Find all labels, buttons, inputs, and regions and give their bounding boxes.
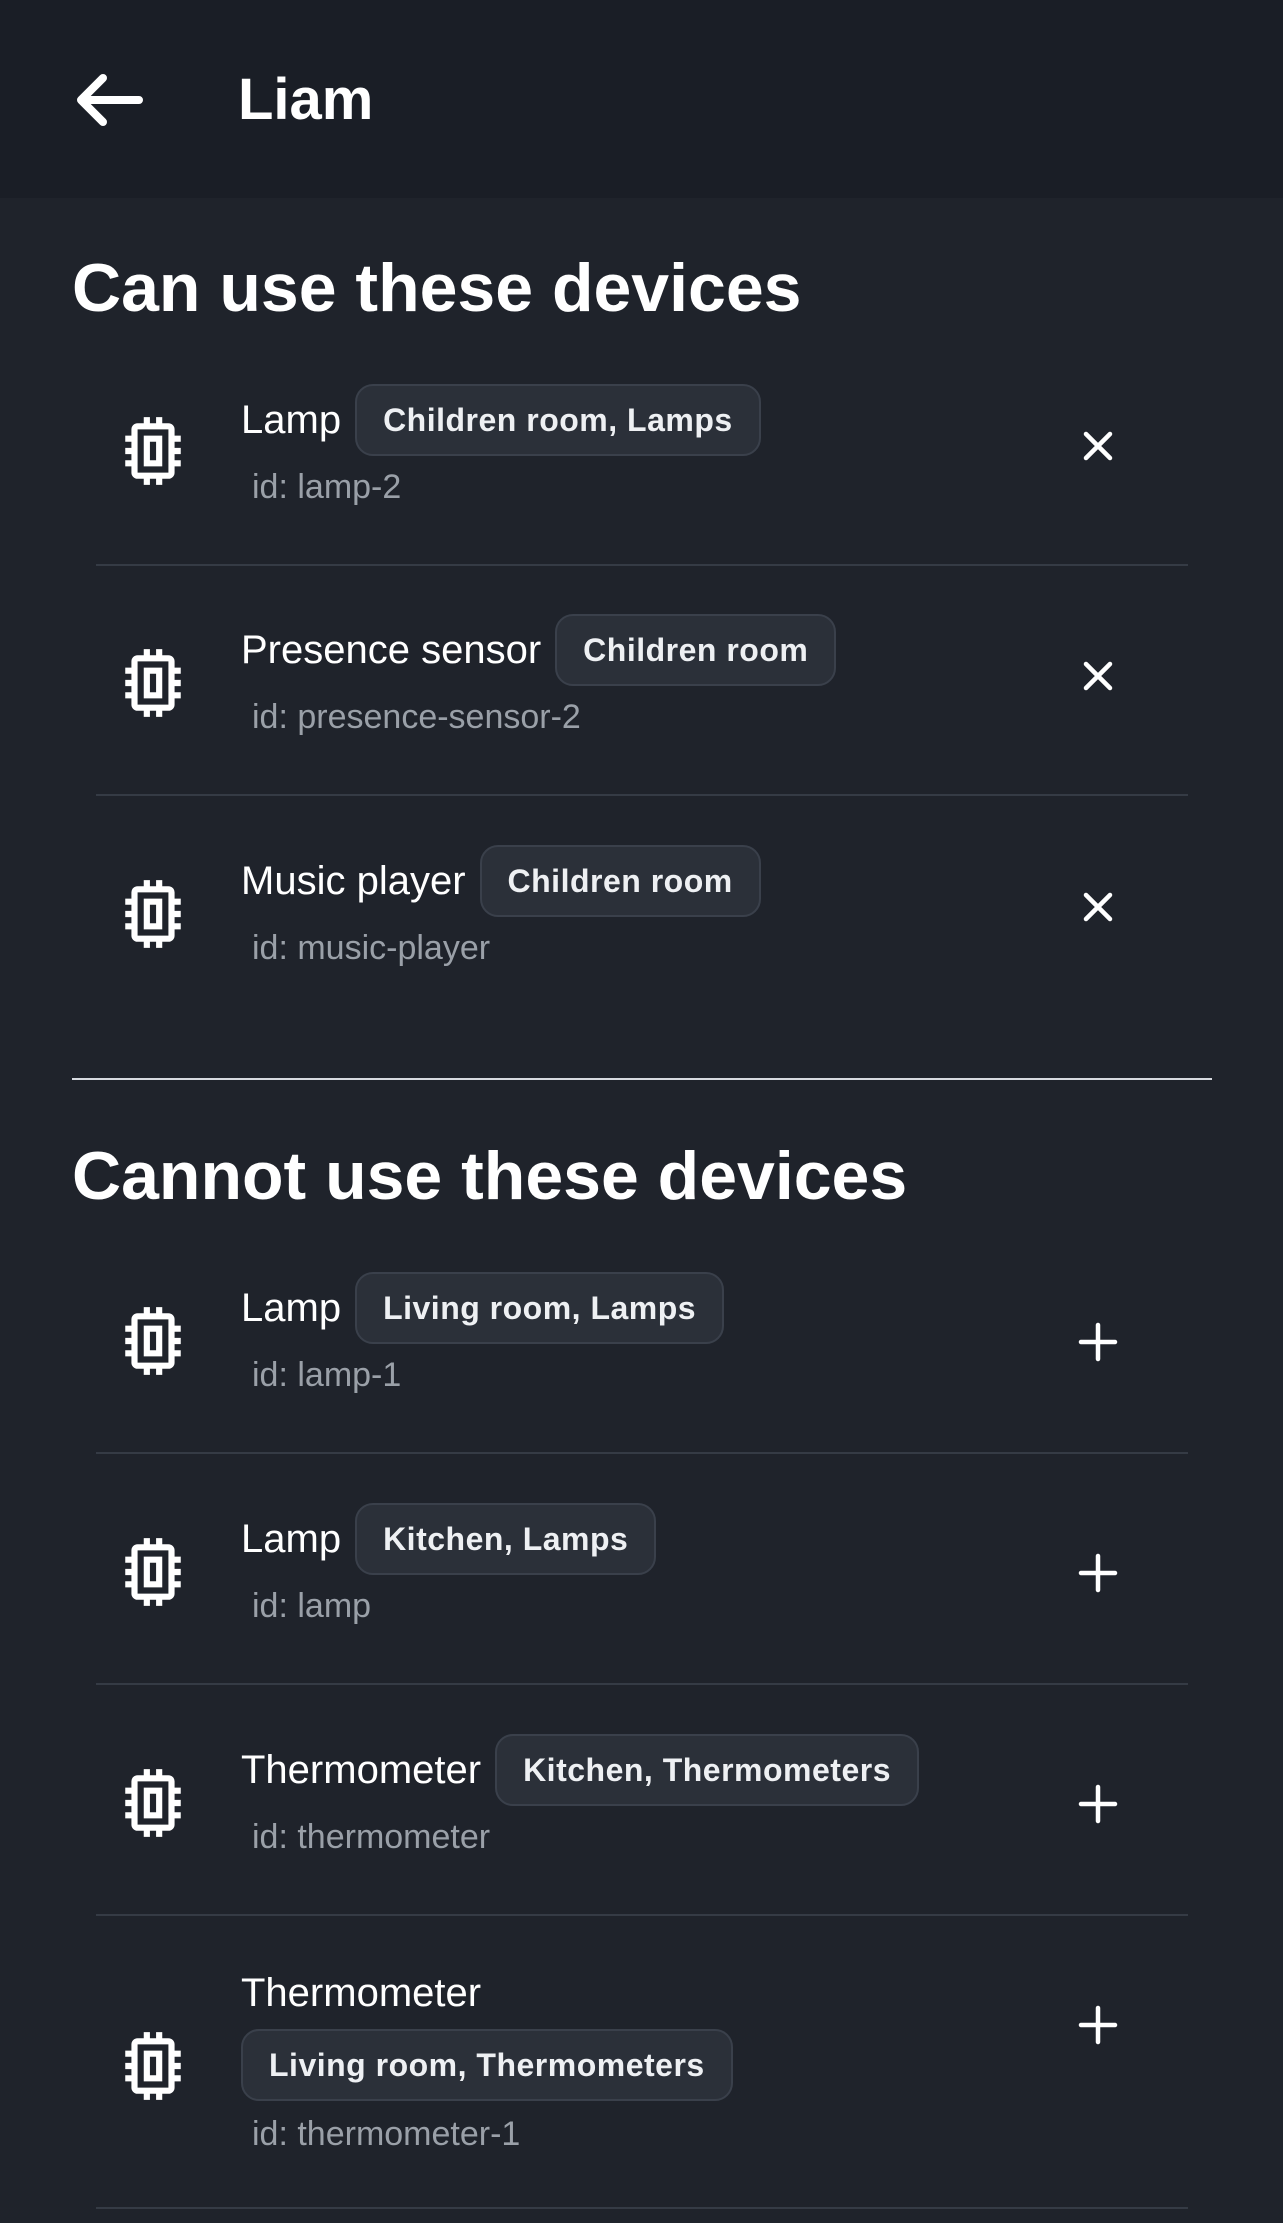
device-name: Presence sensor bbox=[241, 628, 542, 672]
close-icon bbox=[1083, 431, 1113, 461]
remove-device-button[interactable] bbox=[1046, 624, 1150, 728]
device-name: Thermometer bbox=[241, 1748, 482, 1792]
add-device-button[interactable] bbox=[1046, 1290, 1150, 1394]
plus-icon bbox=[1078, 1322, 1118, 1362]
device-name: Lamp bbox=[241, 398, 342, 442]
section-divider bbox=[72, 1078, 1212, 1080]
blocked-device-row: Lamp Living room, Lamps id: lamp-1 bbox=[96, 1224, 1188, 1454]
add-device-button[interactable] bbox=[1046, 1973, 1150, 2077]
add-device-button[interactable] bbox=[1046, 1752, 1150, 1856]
device-name: Lamp bbox=[241, 1286, 342, 1330]
back-button[interactable] bbox=[68, 60, 148, 140]
can-use-section-title: Can use these devices bbox=[72, 250, 802, 326]
blocked-device-row: Thermometer Living room, Thermometers id… bbox=[96, 1917, 1188, 2209]
device-tag: Children room, Lamps bbox=[355, 384, 761, 456]
row-divider bbox=[96, 1683, 1188, 1685]
row-divider bbox=[96, 2207, 1188, 2209]
device-tag: Kitchen, Thermometers bbox=[495, 1734, 919, 1806]
device-tag: Children room bbox=[479, 845, 761, 917]
device-tag: Living room, Thermometers bbox=[241, 2029, 733, 2101]
cannot-use-section-title: Cannot use these devices bbox=[72, 1138, 908, 1214]
add-device-button[interactable] bbox=[1046, 1521, 1150, 1625]
device-id: id: thermometer bbox=[252, 1818, 491, 1856]
device-tag: Living room, Lamps bbox=[355, 1272, 725, 1344]
plus-icon bbox=[1078, 1784, 1118, 1824]
row-divider bbox=[96, 794, 1188, 796]
chip-icon bbox=[125, 649, 181, 717]
blocked-device-row: Thermometer Kitchen, Thermometers id: th… bbox=[96, 1686, 1188, 1916]
close-icon bbox=[1083, 661, 1113, 691]
chip-icon bbox=[125, 1307, 181, 1375]
device-name: Lamp bbox=[241, 1517, 342, 1561]
remove-device-button[interactable] bbox=[1046, 394, 1150, 498]
device-name: Thermometer bbox=[241, 1971, 482, 2015]
chip-icon bbox=[125, 880, 181, 948]
device-id: id: music-player bbox=[252, 929, 491, 967]
device-id: id: thermometer-1 bbox=[252, 2115, 521, 2153]
chip-icon bbox=[125, 1769, 181, 1837]
chip-icon bbox=[125, 1538, 181, 1606]
device-id: id: lamp bbox=[252, 1587, 372, 1625]
plus-icon bbox=[1078, 2005, 1118, 2045]
device-name: Music player bbox=[241, 859, 466, 903]
remove-device-button[interactable] bbox=[1046, 855, 1150, 959]
device-id: id: lamp-1 bbox=[252, 1356, 402, 1394]
device-tag: Kitchen, Lamps bbox=[355, 1503, 657, 1575]
page-title: Liam bbox=[238, 67, 374, 132]
allowed-device-row: Lamp Children room, Lamps id: lamp-2 bbox=[96, 336, 1188, 566]
allowed-device-row: Presence sensor Children room id: presen… bbox=[96, 566, 1188, 796]
blocked-device-row: Lamp Kitchen, Lamps id: lamp bbox=[96, 1455, 1188, 1685]
device-id: id: lamp-2 bbox=[252, 468, 402, 506]
chip-icon bbox=[125, 417, 181, 485]
device-id: id: presence-sensor-2 bbox=[252, 698, 581, 736]
row-divider bbox=[96, 1914, 1188, 1916]
chip-icon bbox=[125, 2032, 181, 2100]
close-icon bbox=[1083, 892, 1113, 922]
arrow-left-icon bbox=[77, 74, 143, 126]
allowed-device-row: Music player Children room id: music-pla… bbox=[96, 797, 1188, 1027]
device-tag: Children room bbox=[555, 614, 837, 686]
plus-icon bbox=[1078, 1553, 1118, 1593]
row-divider bbox=[96, 1452, 1188, 1454]
app-bar: Liam bbox=[0, 0, 1283, 198]
